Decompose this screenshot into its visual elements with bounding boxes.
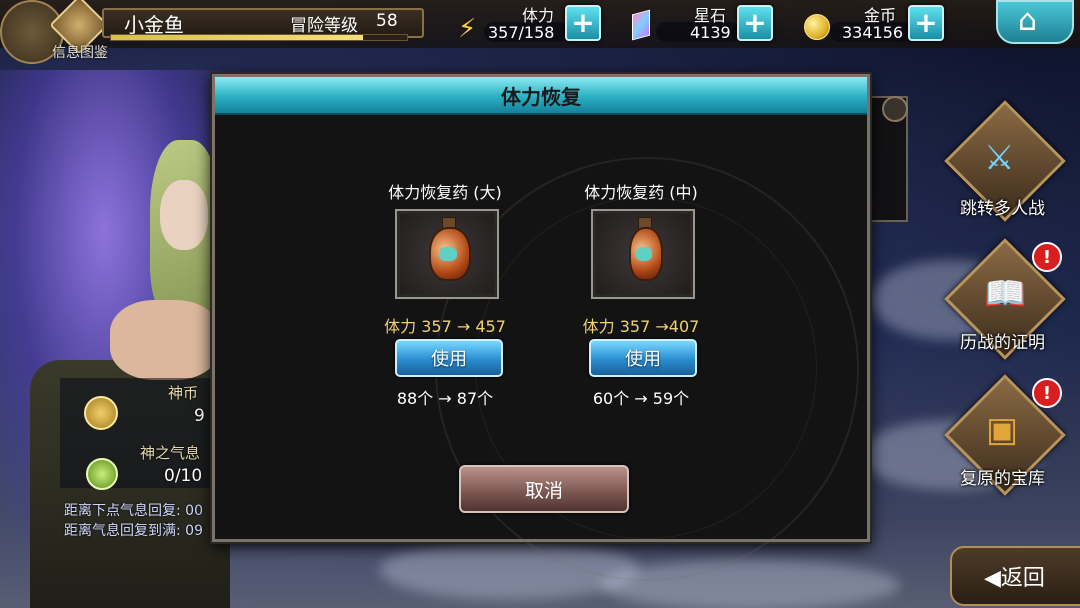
character-face xyxy=(160,180,208,250)
character-torso xyxy=(110,300,220,380)
crystal-gem-icon xyxy=(632,9,650,41)
use-large-potion-button[interactable]: 使用 xyxy=(395,339,503,377)
adventure-level-value: 58 xyxy=(376,11,398,31)
use-medium-potion-button[interactable]: 使用 xyxy=(589,339,697,377)
add-gold-button[interactable]: + xyxy=(908,5,944,41)
full-recover-timer: 距离气息回复到满: 09 xyxy=(64,523,203,539)
gold-coin-icon xyxy=(804,14,830,40)
potion-medium-count-change: 60个 → 59个 xyxy=(592,389,690,408)
potion-mascot-icon xyxy=(636,247,652,261)
god-breath-icon xyxy=(86,458,118,490)
add-star-stone-button[interactable]: + xyxy=(737,5,773,41)
stamina-recovery-dialog: 体力恢复 体力恢复药 (大) 体力 357 → 457 使用 88个 → 87个… xyxy=(212,74,870,581)
menu-label-multiplayer: 跳转多人战 xyxy=(960,199,1045,219)
potion-large-slot xyxy=(395,209,499,299)
menu-label-battle-proof: 历战的证明 xyxy=(960,333,1045,353)
god-breath-value: 0/10 xyxy=(164,466,203,486)
dialog-title: 体力恢复 xyxy=(501,85,581,109)
potion-large-count-change: 88个 → 87个 xyxy=(396,389,494,408)
alert-badge: ! xyxy=(1032,242,1062,272)
potion-large-name: 体力恢复药 (大) xyxy=(388,183,502,202)
add-stamina-button[interactable]: + xyxy=(565,5,601,41)
back-button-label: ◀返回 xyxy=(984,566,1045,591)
gold-value: 334156 xyxy=(842,23,904,42)
star-stone-value: 4139 xyxy=(690,23,731,42)
potion-medium-slot xyxy=(591,209,695,299)
potion-medium-stamina-change: 体力 357 →407 xyxy=(582,317,700,336)
lightning-bolt-icon: ⚡ xyxy=(458,14,477,44)
crossed-swords-icon: ⚔ xyxy=(984,138,1015,178)
treasure-chest-icon: ▣ xyxy=(986,410,1019,450)
potion-large-stamina-change: 体力 357 → 457 xyxy=(384,317,506,336)
exp-progress-bar xyxy=(110,34,408,41)
menu-label-treasury: 复原的宝库 xyxy=(960,469,1045,489)
home-icon: ⌂ xyxy=(1018,3,1038,38)
cancel-button[interactable]: 取消 xyxy=(459,465,629,513)
alert-badge: ! xyxy=(1032,378,1062,408)
next-recover-timer: 距离下点气息回复: 00 xyxy=(64,503,203,519)
adventure-level-label: 冒险等级 xyxy=(290,16,358,36)
god-breath-label: 神之气息 xyxy=(140,444,201,462)
god-coin-label: 神币 xyxy=(168,384,199,402)
ornament-knob xyxy=(882,96,908,122)
god-coin-value: 9 xyxy=(194,406,205,426)
exp-progress-fill xyxy=(111,35,363,40)
stamina-value: 357/158 xyxy=(488,23,555,42)
god-coin-icon xyxy=(84,396,118,430)
potion-mascot-icon xyxy=(439,247,457,261)
open-book-icon: 📖 xyxy=(984,274,1027,314)
back-arrow-icon: ◀ xyxy=(984,566,1001,591)
info-gallery-link[interactable]: 信息图鉴 xyxy=(52,42,108,62)
potion-medium-name: 体力恢复药 (中) xyxy=(584,183,698,202)
